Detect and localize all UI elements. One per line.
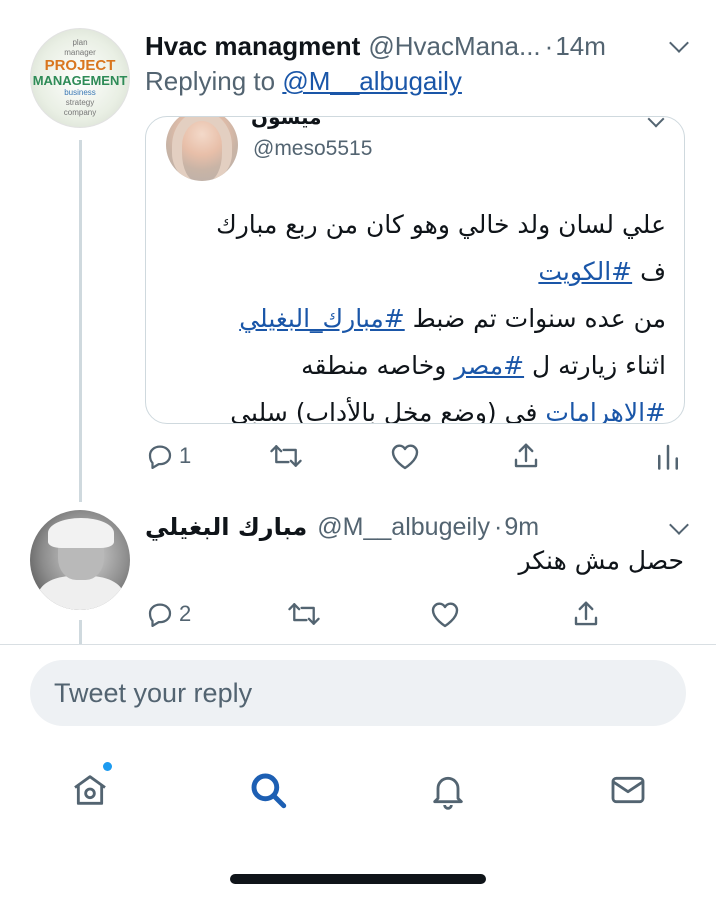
tweet1-author-name[interactable]: Hvac managment: [145, 31, 360, 62]
quoted-author-name[interactable]: ميسون: [251, 117, 322, 130]
retweet-button[interactable]: [269, 436, 303, 476]
tweet1-time-separator: ·: [544, 30, 554, 61]
replying-to-line: Replying to @M__albugaily: [145, 66, 462, 97]
tweet-thread-screen: plan manager PROJECT MANAGEMENT business…: [0, 0, 716, 900]
avatar-hijab-shape: [172, 117, 232, 181]
tweet2-header: مبارك البغيلي @M__albugeily · 9m: [145, 510, 689, 544]
hashtag-link[interactable]: #الكويت: [538, 257, 632, 286]
envelope-icon: [611, 776, 645, 804]
hashtag-link[interactable]: #مصر: [454, 351, 524, 380]
like-button[interactable]: [429, 594, 461, 634]
share-button[interactable]: [571, 594, 601, 634]
quoted-author-handle[interactable]: @meso5515: [253, 137, 372, 161]
quoted-line-text: علي لسان ولد خالي وهو كان من ربع مبارك: [216, 210, 666, 239]
like-button[interactable]: [389, 436, 421, 476]
tweet2-author-name[interactable]: مبارك البغيلي: [145, 513, 307, 541]
share-icon: [514, 443, 538, 468]
tab-messages[interactable]: [598, 760, 658, 820]
bell-icon: [433, 776, 463, 810]
avatar-word: company: [63, 108, 97, 117]
avatar-headdress-shape: [48, 518, 114, 548]
heart-icon: [391, 444, 419, 470]
search-icon: [251, 773, 287, 809]
share-icon: [574, 601, 598, 626]
quoted-line-text: في (وضع مخل بالأداب) سلبي: [230, 398, 546, 424]
tweet2-timestamp: 9m: [504, 512, 540, 541]
retweet-button[interactable]: [287, 594, 321, 634]
quoted-line-text: ف: [632, 257, 666, 286]
thread-line-bottom: [79, 620, 82, 644]
thread-line-top: [79, 140, 82, 502]
tweet2-text: حصل مش هنكر: [518, 546, 684, 575]
reply-button[interactable]: 2: [145, 594, 191, 634]
tab-notifications[interactable]: [418, 760, 478, 820]
reply-icon: [148, 603, 172, 627]
analytics-icon: [658, 444, 678, 470]
hashtag-link[interactable]: #مبارك_البغيلي: [239, 304, 405, 333]
quoted-line: #الاهرامات في (وضع مخل بالأداب) سلبي: [166, 389, 666, 424]
quoted-line-text: اثناء زيارته ل: [524, 351, 666, 380]
tab-home[interactable]: [60, 760, 120, 820]
avatar-body-shape: [38, 576, 124, 610]
avatar-word: strategy: [65, 98, 95, 107]
quoted-tweet-card[interactable]: ميسون @meso5515 علي لسان ولد خالي وهو كا…: [145, 116, 685, 424]
replying-to-link[interactable]: @M__albugaily: [282, 66, 462, 96]
avatar-hvac-managment[interactable]: plan manager PROJECT MANAGEMENT business…: [30, 28, 130, 128]
quoted-line-text: وخاصه منطقه: [301, 351, 455, 380]
tweet1-action-bar: 1: [145, 436, 685, 476]
tweet2-action-bar: 2: [145, 594, 685, 634]
share-button[interactable]: [511, 436, 541, 476]
divider: [0, 644, 716, 645]
avatar-word: business: [64, 88, 96, 97]
quoted-line-text: من عده سنوات تم ضبط: [404, 304, 666, 333]
hashtag-link[interactable]: #الاهرامات: [545, 398, 666, 423]
bottom-tab-bar: [0, 760, 716, 820]
avatar-word: MANAGEMENT: [32, 73, 128, 88]
avatar-word: PROJECT: [44, 57, 116, 74]
tweet2-time-separator: ·: [494, 512, 503, 541]
avatar-mubarak-albugeily[interactable]: [30, 510, 130, 610]
reply-button[interactable]: 1: [145, 436, 191, 476]
quoted-tweet-text: علي لسان ولد خالي وهو كان من ربع مبارك ف…: [166, 201, 666, 424]
home-indicator-bar[interactable]: [230, 874, 486, 884]
quoted-line: من عده سنوات تم ضبط #مبارك_البغيلي: [166, 295, 666, 342]
replying-to-prefix: Replying to: [145, 66, 283, 96]
reply-icon: [148, 445, 172, 469]
tweet1-timestamp: 14m: [555, 30, 606, 61]
tweet1-handle[interactable]: @HvacMana...: [368, 31, 540, 62]
tweet2-handle[interactable]: @M__albugeily: [317, 513, 490, 542]
home-icon: [74, 775, 106, 805]
avatar-word: plan: [72, 38, 88, 47]
reply-count: 1: [179, 443, 192, 468]
tweet1-header: Hvac managment @HvacMana... · 14m: [145, 28, 689, 64]
reply-input[interactable]: [54, 677, 686, 709]
analytics-button[interactable]: [655, 436, 681, 476]
reply-composer[interactable]: [30, 660, 686, 726]
home-notification-dot: [103, 762, 112, 771]
quoted-line: ف #الكويت: [166, 248, 666, 295]
heart-icon: [431, 602, 459, 628]
quoted-tweet-avatar[interactable]: [166, 117, 238, 181]
quoted-line: اثناء زيارته ل #مصر وخاصه منطقه: [166, 342, 666, 389]
tab-search[interactable]: [238, 760, 298, 820]
chevron-down-icon[interactable]: [647, 117, 665, 128]
quoted-line: علي لسان ولد خالي وهو كان من ربع مبارك: [166, 201, 666, 248]
reply-count: 2: [179, 601, 192, 626]
chevron-down-icon[interactable]: [669, 33, 689, 53]
retweet-icon: [288, 603, 320, 625]
retweet-icon: [270, 445, 302, 467]
chevron-down-icon[interactable]: [669, 515, 689, 535]
